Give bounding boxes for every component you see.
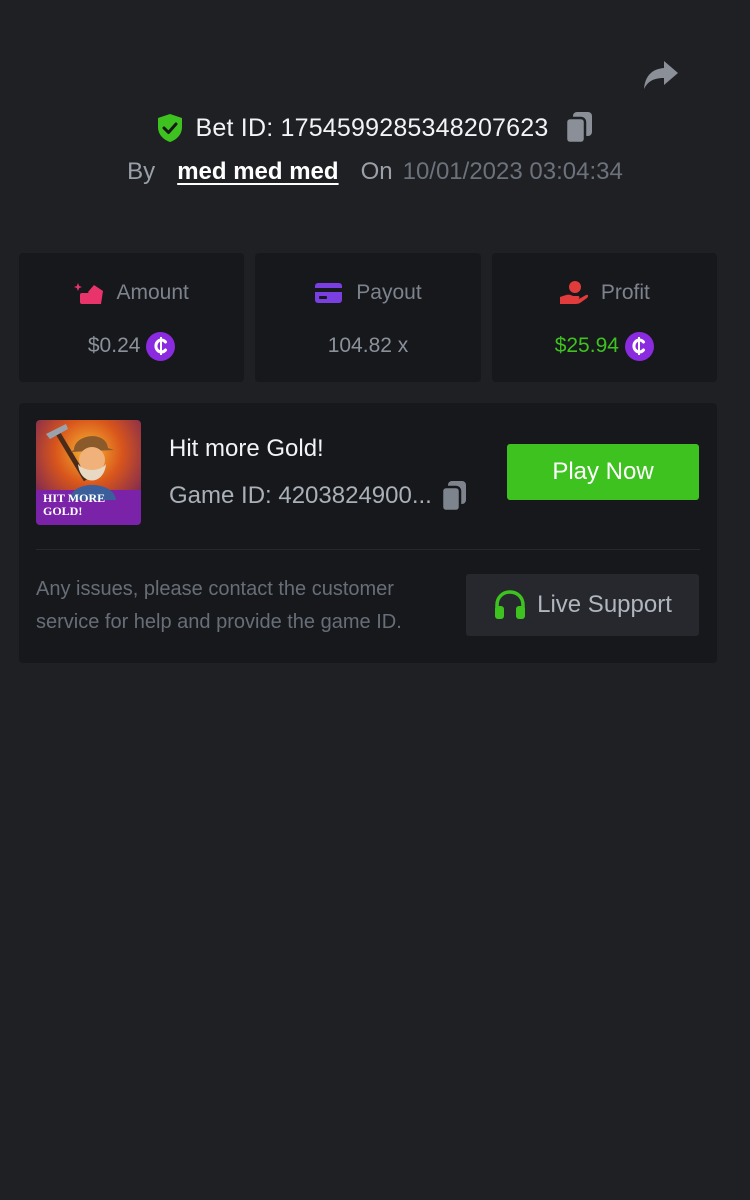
bet-stats: Amount $0.24 Payout 104.82 x Profit $25.… [19,253,717,382]
divider [36,549,700,550]
share-icon [644,61,678,89]
live-support-label: Live Support [537,591,672,618]
thumb-title-line1: HIT MORE [43,491,105,505]
stat-profit: Profit $25.94 [491,253,717,382]
card-icon [314,280,344,306]
stat-profit-label: Profit [600,281,650,304]
stat-payout-label: Payout [356,281,422,304]
bet-meta-row: By med med med On 10/01/2023 03:04:34 [0,154,750,190]
stat-amount: Amount $0.24 [19,253,245,382]
by-label: By [127,158,156,185]
stat-payout: Payout 104.82 x [255,253,481,382]
username-link[interactable]: med med med [177,158,338,186]
headphones-icon [493,589,527,621]
stat-amount-label: Amount [116,281,189,304]
bet-detail-page: Bet ID: 1754599285348207623 By med med m… [0,0,750,1200]
game-thumbnail[interactable]: HIT MORE GOLD! [36,420,141,525]
live-support-button[interactable]: Live Support [466,574,699,636]
stat-profit-value: $25.94 [554,334,619,357]
stat-payout-value: 104.82 x [327,334,409,357]
copy-game-id-icon[interactable] [440,480,468,512]
bet-id-row: Bet ID: 1754599285348207623 [0,108,750,148]
copy-bet-id-icon[interactable] [564,111,594,145]
game-id-row: Game ID: 4203824900... [169,479,468,513]
on-label: On [360,158,393,185]
play-now-button[interactable]: Play Now [507,444,699,500]
thumb-title-line2: GOLD! [43,504,82,518]
coin-icon [624,331,654,361]
share-button[interactable] [640,56,682,94]
support-note: Any issues, please contact the customer … [36,578,402,633]
hand-coin-icon [559,280,589,306]
game-title: Hit more Gold! [169,435,324,462]
game-card: HIT MORE GOLD! Hit more Gold! Game ID: 4… [19,403,717,663]
bet-id-text: Bet ID: 1754599285348207623 [195,113,549,142]
coins-icon [74,280,104,306]
bet-datetime: 10/01/2023 03:04:34 [402,158,623,185]
coin-icon [146,331,176,361]
stat-amount-value: $0.24 [87,334,141,357]
game-id-text: Game ID: 4203824900... [169,482,432,509]
verified-shield-icon [156,113,184,143]
